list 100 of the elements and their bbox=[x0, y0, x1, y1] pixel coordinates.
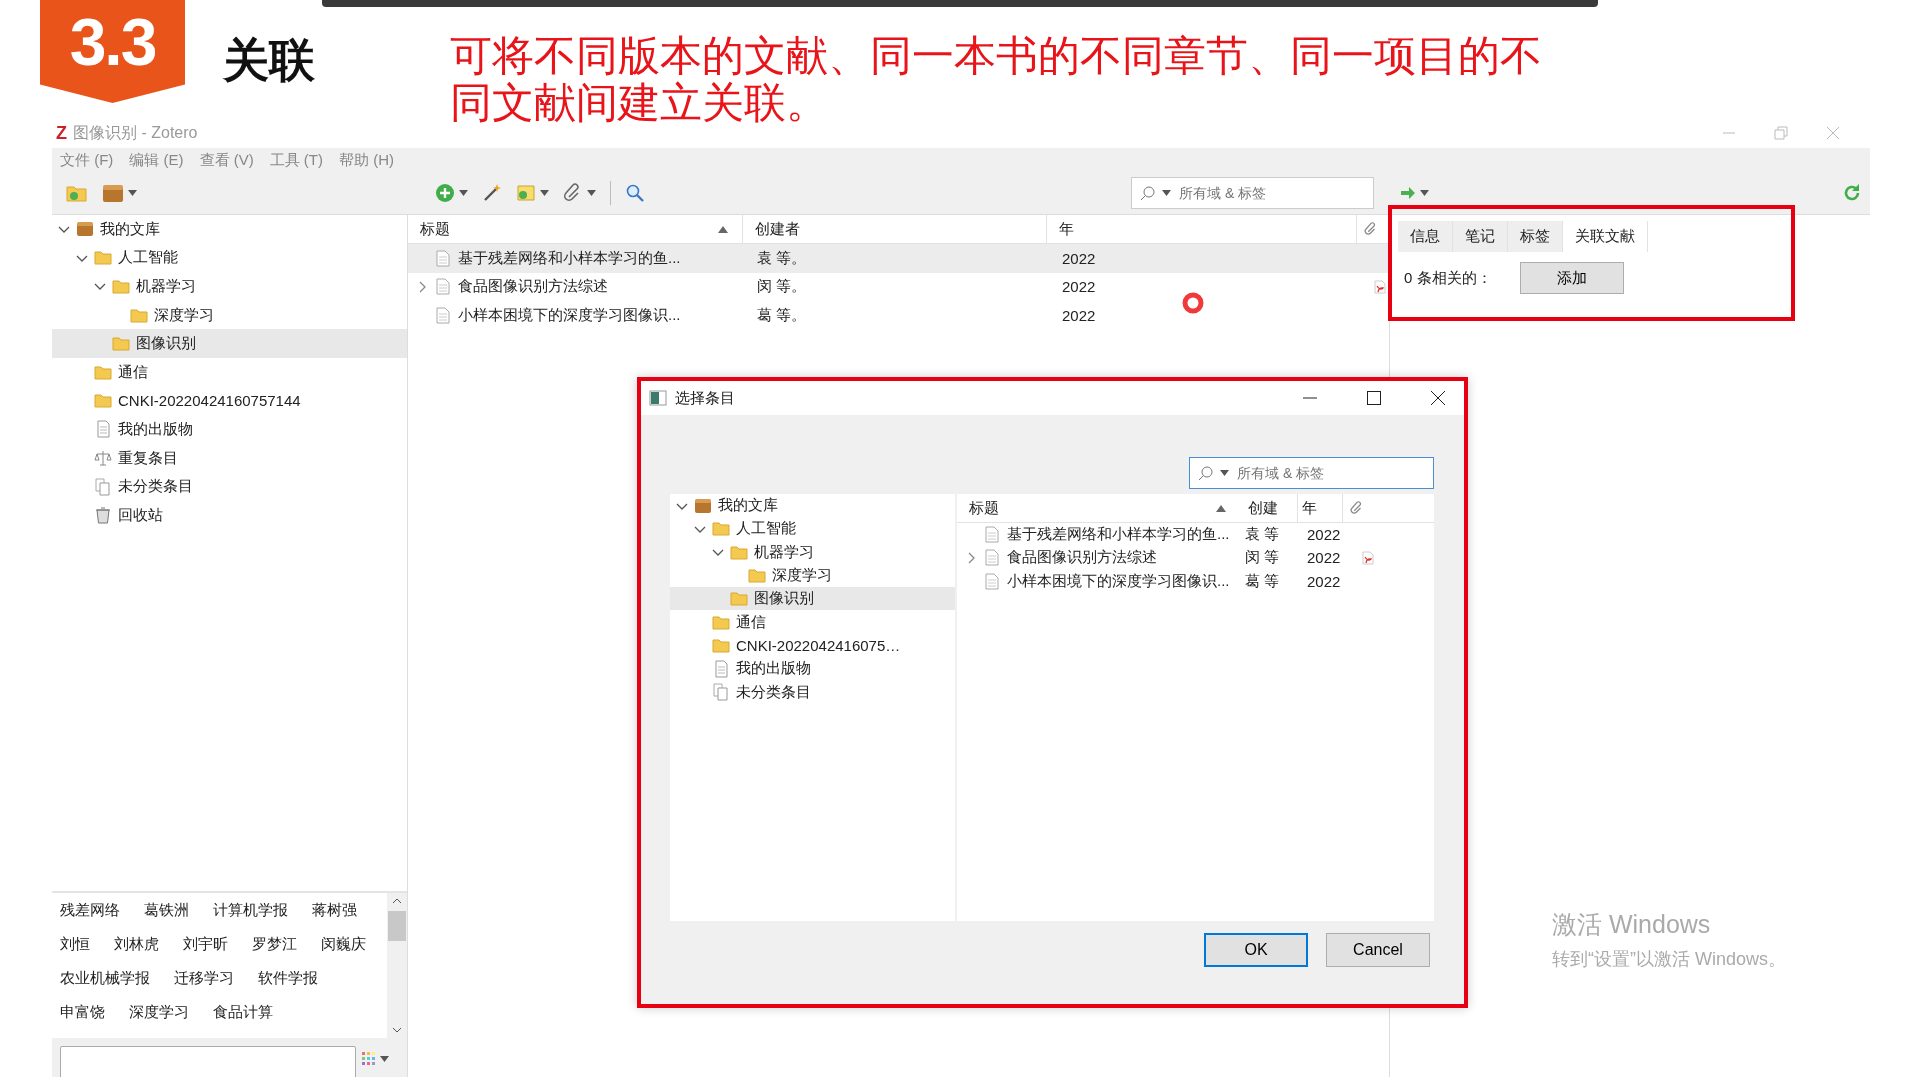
tag-item[interactable]: 农业机械学报 bbox=[60, 967, 150, 989]
table-cell: 袁 等。 bbox=[757, 248, 807, 268]
collection-item[interactable]: 机器学习 bbox=[670, 540, 955, 564]
caret-icon[interactable] bbox=[380, 1056, 389, 1062]
paperclip-icon[interactable] bbox=[1350, 501, 1364, 515]
collection-item[interactable]: 深度学习 bbox=[52, 300, 407, 330]
collection-item[interactable]: 未分类条目 bbox=[670, 680, 955, 704]
tag-item[interactable]: 葛铁洲 bbox=[144, 899, 189, 921]
collection-item[interactable]: 通信 bbox=[670, 610, 955, 634]
column-header[interactable]: 年 bbox=[1298, 494, 1343, 522]
item-row[interactable]: 小样本困境下的深度学习图像识... 葛 等 2022 bbox=[957, 569, 1434, 593]
sort-ascending-icon[interactable] bbox=[718, 225, 728, 233]
table-cell: 2022 bbox=[1062, 278, 1096, 296]
collection-item[interactable]: 我的文库 bbox=[670, 494, 955, 518]
caret-icon[interactable] bbox=[1420, 190, 1429, 196]
sort-ascending-icon[interactable] bbox=[1216, 504, 1226, 512]
related-count: 0 条相关的： bbox=[1404, 268, 1492, 288]
tag-item[interactable]: 刘恒 bbox=[60, 933, 90, 955]
collection-item[interactable]: 人工智能 bbox=[52, 243, 407, 273]
collection-item[interactable]: 我的文库 bbox=[52, 215, 407, 244]
scrollbar[interactable] bbox=[387, 893, 407, 1038]
column-header[interactable]: 年 bbox=[1047, 215, 1357, 243]
trash-icon bbox=[94, 506, 112, 525]
table-cell: 小样本困境下的深度学习图像识... bbox=[458, 306, 681, 325]
chevron-right-icon[interactable] bbox=[967, 551, 977, 564]
tag-item[interactable]: 深度学习 bbox=[129, 1001, 189, 1023]
tag-item[interactable]: 迁移学习 bbox=[174, 967, 234, 989]
collection-item[interactable]: 人工智能 bbox=[670, 517, 955, 541]
collection-item[interactable]: 机器学习 bbox=[52, 272, 407, 301]
search-field[interactable]: 所有域 & 标签 bbox=[1131, 177, 1374, 209]
window-title: 图像识别 - Zotero bbox=[73, 122, 198, 143]
chevron-right-icon[interactable] bbox=[418, 280, 428, 293]
paperclip-icon[interactable] bbox=[1364, 222, 1378, 236]
ok-button[interactable]: OK bbox=[1204, 933, 1308, 967]
search-input[interactable]: 所有域 & 标签 bbox=[1235, 464, 1389, 482]
tag-item[interactable]: 残差网络 bbox=[60, 899, 120, 921]
chevron-up-icon[interactable] bbox=[392, 897, 402, 905]
collection-item[interactable]: 图像识别 bbox=[52, 329, 407, 358]
collection-item[interactable]: 我的出版物 bbox=[670, 657, 955, 681]
tag-item[interactable]: 罗梦江 bbox=[252, 933, 297, 955]
folder-icon bbox=[130, 307, 148, 323]
caret-icon[interactable] bbox=[1162, 190, 1171, 196]
table-cell: 葛 等 bbox=[1245, 571, 1280, 591]
tag-item[interactable]: 申富饶 bbox=[60, 1001, 105, 1023]
tag-item[interactable]: 软件学报 bbox=[258, 967, 318, 989]
item-row[interactable]: 食品图像识别方法综述 闵 等 2022 bbox=[957, 546, 1434, 570]
search-field[interactable]: 所有域 & 标签 bbox=[1189, 457, 1434, 489]
tag-item[interactable]: 闵巍庆 bbox=[321, 933, 366, 955]
tab[interactable]: 信息 bbox=[1398, 221, 1453, 252]
caret-icon[interactable] bbox=[587, 190, 596, 196]
tab[interactable]: 笔记 bbox=[1453, 221, 1508, 252]
caret-icon[interactable] bbox=[459, 190, 468, 196]
search-input[interactable]: 所有域 & 标签 bbox=[1177, 184, 1331, 202]
column-header[interactable]: 创建 bbox=[1236, 494, 1298, 522]
item-row[interactable]: 食品图像识别方法综述 闵 等。 2022 bbox=[408, 272, 1389, 302]
tag-item[interactable]: 食品计算 bbox=[213, 1001, 273, 1023]
library-icon[interactable] bbox=[102, 183, 124, 203]
cancel-button[interactable]: Cancel bbox=[1326, 933, 1430, 967]
folder-icon bbox=[112, 336, 130, 352]
table-cell: 袁 等 bbox=[1245, 525, 1280, 545]
collection-item[interactable]: 深度学习 bbox=[670, 563, 955, 588]
tag-item[interactable]: 刘林虎 bbox=[114, 933, 159, 955]
folder-icon bbox=[730, 591, 748, 607]
pdf-icon[interactable] bbox=[1362, 550, 1374, 565]
collection-item[interactable]: 我的出版物 bbox=[52, 415, 407, 444]
caret-icon[interactable] bbox=[128, 190, 137, 196]
collection-item[interactable]: 未分类条目 bbox=[52, 472, 407, 501]
table-cell: 2022 bbox=[1307, 549, 1341, 567]
tag-item[interactable]: 蒋树强 bbox=[312, 899, 357, 921]
collection-item[interactable]: 回收站 bbox=[52, 500, 407, 530]
folder-icon bbox=[730, 544, 748, 560]
collection-item[interactable]: CNKI-2022042416075… bbox=[670, 633, 955, 658]
magnifier-icon[interactable] bbox=[625, 183, 645, 203]
caret-icon[interactable] bbox=[1220, 470, 1229, 476]
wand-icon[interactable] bbox=[482, 183, 502, 203]
collection-item[interactable]: 通信 bbox=[52, 357, 407, 387]
tag-item[interactable]: 计算机学报 bbox=[213, 899, 288, 921]
maximize-icon[interactable] bbox=[1366, 390, 1382, 406]
close-icon[interactable] bbox=[1430, 390, 1446, 406]
folder-icon bbox=[712, 521, 730, 537]
item-row[interactable]: 基于残差网络和小样本学习的鱼... 袁 等。 2022 bbox=[408, 244, 1389, 273]
item-row[interactable]: 小样本困境下的深度学习图像识... 葛 等。 2022 bbox=[408, 301, 1389, 330]
scrollbar-thumb[interactable] bbox=[388, 911, 406, 941]
column-header[interactable]: 创建者 bbox=[742, 215, 1047, 243]
add-icon[interactable] bbox=[435, 183, 455, 203]
pdf-icon[interactable] bbox=[1374, 279, 1386, 294]
color-grid-icon[interactable] bbox=[362, 1052, 376, 1066]
column-header[interactable]: 标题 bbox=[408, 215, 688, 243]
collection-item[interactable]: 图像识别 bbox=[670, 587, 955, 611]
column-header[interactable]: 标题 bbox=[957, 494, 1202, 522]
collection-item[interactable]: CNKI-20220424160757144 bbox=[52, 386, 407, 416]
tab[interactable]: 标签 bbox=[1508, 221, 1563, 252]
tag-item[interactable]: 刘宇昕 bbox=[183, 933, 228, 955]
folder-icon bbox=[712, 614, 730, 630]
chevron-down-icon[interactable] bbox=[392, 1026, 402, 1034]
item-row[interactable]: 基于残差网络和小样本学习的鱼... 袁 等 2022 bbox=[957, 523, 1434, 547]
collection-item[interactable]: 重复条目 bbox=[52, 443, 407, 473]
tag-filter-field[interactable] bbox=[60, 1046, 356, 1077]
add-button[interactable]: 添加 bbox=[1519, 262, 1624, 294]
caret-icon[interactable] bbox=[540, 190, 549, 196]
